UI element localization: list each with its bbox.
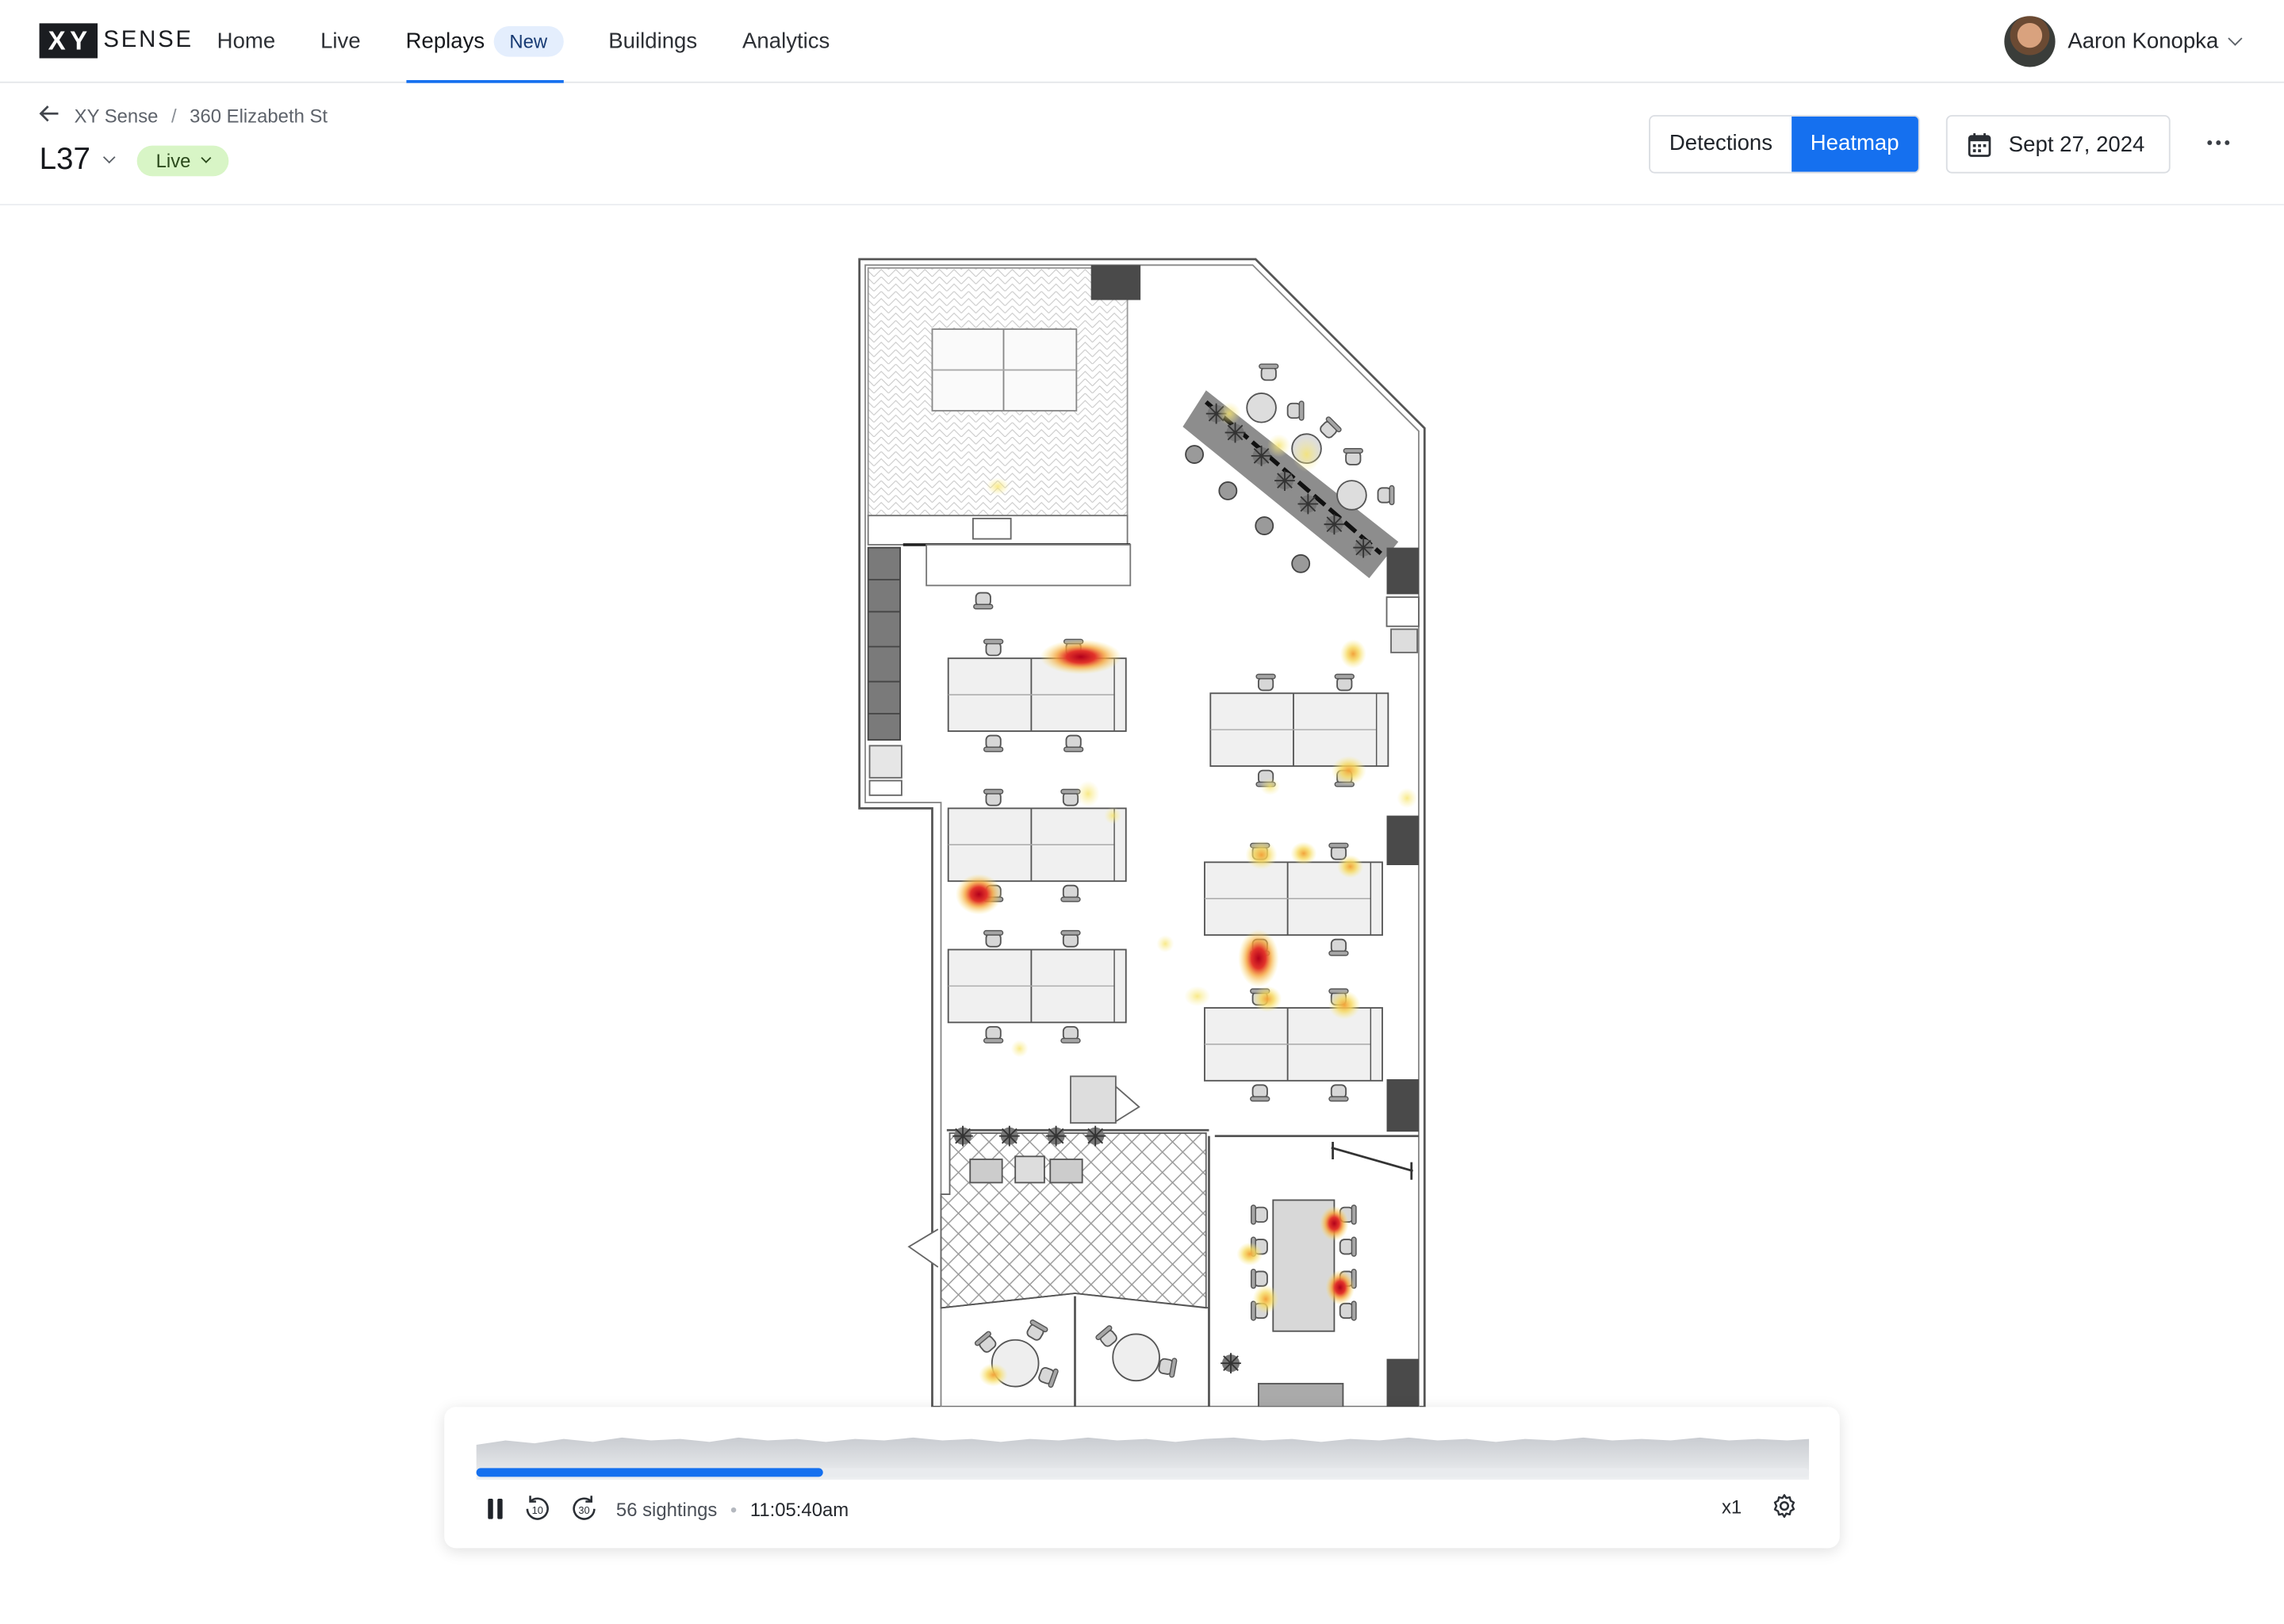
xy-sense-logo[interactable]: XY SENSE bbox=[39, 23, 194, 59]
nav-home-label: Home bbox=[217, 29, 276, 54]
page-header: XY Sense / 360 Elizabeth St L37 Live Det… bbox=[0, 83, 2284, 205]
rewind-10-icon[interactable]: 10 bbox=[523, 1494, 552, 1523]
breadcrumb-building[interactable]: 360 Elizabeth St bbox=[190, 105, 328, 127]
chevron-down-icon bbox=[201, 151, 212, 163]
sightings-count: 56 sightings bbox=[615, 1498, 718, 1520]
live-label: Live bbox=[155, 149, 191, 171]
back-arrow-icon[interactable] bbox=[39, 103, 60, 128]
floor-label: L37 bbox=[39, 142, 90, 177]
top-nav: XY SENSE Home Live Replays New Buildings … bbox=[0, 0, 2284, 83]
user-name: Aaron Konopka bbox=[2067, 28, 2219, 54]
nav-buildings[interactable]: Buildings bbox=[608, 0, 697, 83]
nav-replays-label: Replays bbox=[405, 29, 485, 54]
date-picker[interactable]: Sept 27, 2024 bbox=[1945, 115, 2171, 174]
floor-selector[interactable]: L37 Live bbox=[40, 143, 229, 178]
nav-home[interactable]: Home bbox=[217, 0, 275, 83]
svg-text:10: 10 bbox=[532, 1504, 543, 1516]
breadcrumb: XY Sense / 360 Elizabeth St bbox=[39, 103, 328, 128]
avatar bbox=[2003, 15, 2055, 67]
svg-text:30: 30 bbox=[578, 1504, 589, 1516]
playback-progress-fill bbox=[476, 1468, 823, 1477]
chevron-down-icon bbox=[2228, 30, 2243, 45]
nav-buildings-label: Buildings bbox=[608, 29, 698, 54]
forward-30-icon[interactable]: 30 bbox=[569, 1494, 599, 1523]
playback-progress-bar[interactable] bbox=[476, 1468, 1810, 1477]
settings-icon[interactable] bbox=[1771, 1493, 1797, 1526]
playback-speed-button[interactable]: x1 bbox=[1722, 1496, 1742, 1518]
live-status-badge[interactable]: Live bbox=[136, 144, 229, 176]
floor-plan-heatmap[interactable] bbox=[816, 233, 1486, 1413]
nav-analytics[interactable]: Analytics bbox=[742, 0, 830, 83]
calendar-icon bbox=[1968, 132, 1991, 156]
separator-dot: • bbox=[730, 1498, 738, 1520]
nav-analytics-label: Analytics bbox=[742, 29, 830, 54]
tab-heatmap[interactable]: Heatmap bbox=[1791, 116, 1918, 172]
breadcrumb-org[interactable]: XY Sense bbox=[75, 105, 159, 127]
replay-player: 10 30 56 sightings • 11:05:40am x1 bbox=[444, 1407, 1840, 1549]
playback-controls: 10 30 56 sightings • 11:05:40am bbox=[485, 1493, 849, 1525]
playback-time: 11:05:40am bbox=[749, 1498, 849, 1520]
nav-replays[interactable]: Replays New bbox=[405, 0, 564, 83]
more-icon[interactable] bbox=[2199, 124, 2237, 162]
main-nav: Home Live Replays New Buildings Analytics bbox=[217, 0, 876, 83]
chevron-down-icon bbox=[103, 151, 116, 164]
view-toggle: Detections Heatmap bbox=[1649, 115, 1920, 174]
pause-icon[interactable] bbox=[485, 1497, 506, 1520]
nav-live[interactable]: Live bbox=[320, 0, 361, 83]
new-badge: New bbox=[493, 26, 564, 57]
logo-mark: XY bbox=[39, 23, 98, 59]
user-menu[interactable]: Aaron Konopka bbox=[2003, 14, 2243, 67]
breadcrumb-separator: / bbox=[171, 105, 177, 127]
logo-text: SENSE bbox=[103, 27, 194, 53]
date-label: Sept 27, 2024 bbox=[2008, 132, 2145, 157]
tab-detections[interactable]: Detections bbox=[1650, 116, 1792, 172]
nav-live-label: Live bbox=[320, 29, 361, 54]
